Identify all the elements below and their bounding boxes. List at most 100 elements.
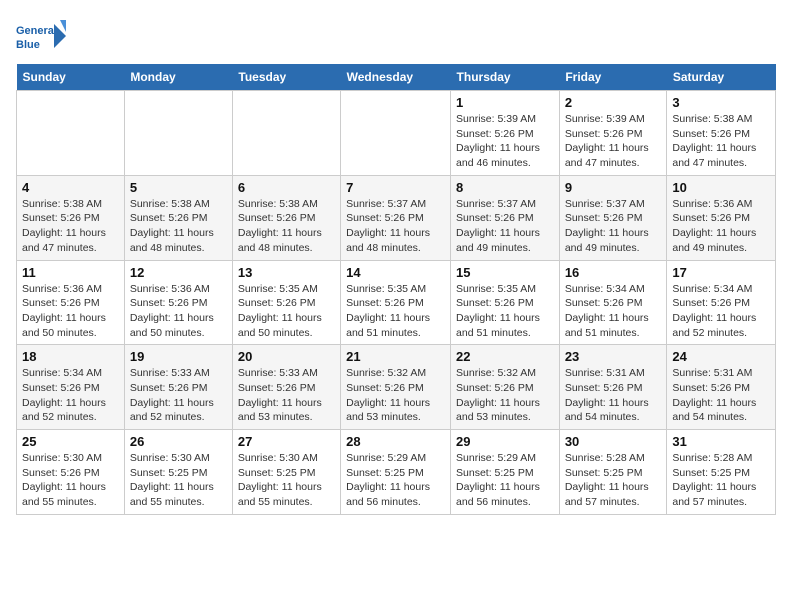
day-info: Sunrise: 5:36 AMSunset: 5:26 PMDaylight:… [22, 282, 119, 341]
week-row-1: 1Sunrise: 5:39 AMSunset: 5:26 PMDaylight… [17, 91, 776, 176]
calendar-cell: 27 Sunrise: 5:30 AMSunset: 5:25 PMDayligh… [232, 430, 340, 515]
calendar-cell: 24Sunrise: 5:31 AMSunset: 5:26 PMDayligh… [667, 345, 776, 430]
calendar-cell [17, 91, 125, 176]
calendar-cell: 22Sunrise: 5:32 AMSunset: 5:26 PMDayligh… [451, 345, 560, 430]
day-number: 4 [22, 180, 119, 195]
weekday-header-tuesday: Tuesday [232, 64, 340, 91]
day-number: 20 [238, 349, 335, 364]
day-info: Sunrise: 5:38 AMSunset: 5:26 PMDaylight:… [22, 197, 119, 256]
day-info: Sunrise: 5:33 AMSunset: 5:26 PMDaylight:… [130, 366, 227, 425]
calendar-cell: 8 Sunrise: 5:37 AMSunset: 5:26 PMDaylight… [451, 175, 560, 260]
logo-icon: General Blue [16, 16, 66, 56]
svg-text:Blue: Blue [16, 39, 40, 51]
calendar-cell: 28 Sunrise: 5:29 AMSunset: 5:25 PMDayligh… [341, 430, 451, 515]
calendar-cell: 9Sunrise: 5:37 AMSunset: 5:26 PMDaylight… [559, 175, 667, 260]
day-info: Sunrise: 5:34 AMSunset: 5:26 PMDaylight:… [22, 366, 119, 425]
day-info: Sunrise: 5:37 AMSunset: 5:26 PMDaylight:… [456, 197, 554, 256]
day-number: 13 [238, 265, 335, 280]
day-number: 29 [456, 434, 554, 449]
weekday-header-row: SundayMondayTuesdayWednesdayThursdayFrid… [17, 64, 776, 91]
calendar-cell: 6 Sunrise: 5:38 AMSunset: 5:26 PMDaylight… [232, 175, 340, 260]
day-info: Sunrise: 5:34 AMSunset: 5:26 PMDaylight:… [565, 282, 662, 341]
day-info: Sunrise: 5:36 AMSunset: 5:26 PMDaylight:… [130, 282, 227, 341]
day-info: Sunrise: 5:37 AMSunset: 5:26 PMDaylight:… [346, 197, 445, 256]
calendar-cell: 11 Sunrise: 5:36 AMSunset: 5:26 PMDayligh… [17, 260, 125, 345]
day-number: 10 [672, 180, 770, 195]
day-number: 8 [456, 180, 554, 195]
day-info: Sunrise: 5:31 AMSunset: 5:26 PMDaylight:… [565, 366, 662, 425]
day-number: 2 [565, 95, 662, 110]
day-info: Sunrise: 5:29 AMSunset: 5:25 PMDaylight:… [456, 451, 554, 510]
day-info: Sunrise: 5:34 AMSunset: 5:26 PMDaylight:… [672, 282, 770, 341]
week-row-4: 18 Sunrise: 5:34 AMSunset: 5:26 PMDayligh… [17, 345, 776, 430]
day-info: Sunrise: 5:36 AMSunset: 5:26 PMDaylight:… [672, 197, 770, 256]
calendar-cell: 15 Sunrise: 5:35 AMSunset: 5:26 PMDayligh… [451, 260, 560, 345]
day-info: Sunrise: 5:30 AMSunset: 5:25 PMDaylight:… [238, 451, 335, 510]
day-number: 7 [346, 180, 445, 195]
weekday-header-wednesday: Wednesday [341, 64, 451, 91]
day-number: 27 [238, 434, 335, 449]
day-info: Sunrise: 5:35 AMSunset: 5:26 PMDaylight:… [456, 282, 554, 341]
day-number: 23 [565, 349, 662, 364]
calendar-cell: 31 Sunrise: 5:28 AMSunset: 5:25 PMDayligh… [667, 430, 776, 515]
day-number: 3 [672, 95, 770, 110]
day-info: Sunrise: 5:28 AMSunset: 5:25 PMDaylight:… [672, 451, 770, 510]
calendar-cell: 10 Sunrise: 5:36 AMSunset: 5:26 PMDayligh… [667, 175, 776, 260]
calendar-cell: 14Sunrise: 5:35 AMSunset: 5:26 PMDayligh… [341, 260, 451, 345]
calendar-cell: 19 Sunrise: 5:33 AMSunset: 5:26 PMDayligh… [124, 345, 232, 430]
day-number: 9 [565, 180, 662, 195]
day-number: 6 [238, 180, 335, 195]
weekday-header-thursday: Thursday [451, 64, 560, 91]
day-info: Sunrise: 5:35 AMSunset: 5:26 PMDaylight:… [238, 282, 335, 341]
day-info: Sunrise: 5:35 AMSunset: 5:26 PMDaylight:… [346, 282, 445, 341]
calendar-table: SundayMondayTuesdayWednesdayThursdayFrid… [16, 64, 776, 515]
week-row-2: 4 Sunrise: 5:38 AMSunset: 5:26 PMDaylight… [17, 175, 776, 260]
day-number: 16 [565, 265, 662, 280]
day-info: Sunrise: 5:29 AMSunset: 5:25 PMDaylight:… [346, 451, 445, 510]
calendar-cell: 29 Sunrise: 5:29 AMSunset: 5:25 PMDayligh… [451, 430, 560, 515]
calendar-cell [341, 91, 451, 176]
logo: General Blue [16, 16, 66, 56]
day-number: 19 [130, 349, 227, 364]
day-number: 5 [130, 180, 227, 195]
day-number: 31 [672, 434, 770, 449]
day-info: Sunrise: 5:39 AMSunset: 5:26 PMDaylight:… [456, 112, 554, 171]
calendar-cell [124, 91, 232, 176]
calendar-cell [232, 91, 340, 176]
calendar-cell: 16 Sunrise: 5:34 AMSunset: 5:26 PMDayligh… [559, 260, 667, 345]
day-info: Sunrise: 5:39 AMSunset: 5:26 PMDaylight:… [565, 112, 662, 171]
weekday-header-sunday: Sunday [17, 64, 125, 91]
calendar-cell: 1Sunrise: 5:39 AMSunset: 5:26 PMDaylight… [451, 91, 560, 176]
calendar-cell: 2 Sunrise: 5:39 AMSunset: 5:26 PMDaylight… [559, 91, 667, 176]
calendar-cell: 5 Sunrise: 5:38 AMSunset: 5:26 PMDaylight… [124, 175, 232, 260]
day-number: 15 [456, 265, 554, 280]
svg-text:General: General [16, 25, 57, 37]
calendar-cell: 26Sunrise: 5:30 AMSunset: 5:25 PMDayligh… [124, 430, 232, 515]
weekday-header-monday: Monday [124, 64, 232, 91]
day-info: Sunrise: 5:30 AMSunset: 5:26 PMDaylight:… [22, 451, 119, 510]
day-number: 18 [22, 349, 119, 364]
day-info: Sunrise: 5:38 AMSunset: 5:26 PMDaylight:… [130, 197, 227, 256]
calendar-cell: 4 Sunrise: 5:38 AMSunset: 5:26 PMDaylight… [17, 175, 125, 260]
calendar-cell: 12Sunrise: 5:36 AMSunset: 5:26 PMDayligh… [124, 260, 232, 345]
week-row-3: 11 Sunrise: 5:36 AMSunset: 5:26 PMDayligh… [17, 260, 776, 345]
calendar-cell: 30Sunrise: 5:28 AMSunset: 5:25 PMDayligh… [559, 430, 667, 515]
calendar-cell: 21Sunrise: 5:32 AMSunset: 5:26 PMDayligh… [341, 345, 451, 430]
day-info: Sunrise: 5:32 AMSunset: 5:26 PMDaylight:… [456, 366, 554, 425]
day-number: 24 [672, 349, 770, 364]
day-number: 11 [22, 265, 119, 280]
page-header: General Blue [16, 16, 776, 56]
calendar-cell: 13 Sunrise: 5:35 AMSunset: 5:26 PMDayligh… [232, 260, 340, 345]
calendar-cell: 17 Sunrise: 5:34 AMSunset: 5:26 PMDayligh… [667, 260, 776, 345]
calendar-cell: 7 Sunrise: 5:37 AMSunset: 5:26 PMDaylight… [341, 175, 451, 260]
calendar-cell: 3 Sunrise: 5:38 AMSunset: 5:26 PMDaylight… [667, 91, 776, 176]
day-number: 28 [346, 434, 445, 449]
day-info: Sunrise: 5:38 AMSunset: 5:26 PMDaylight:… [238, 197, 335, 256]
day-number: 21 [346, 349, 445, 364]
calendar-cell: 23 Sunrise: 5:31 AMSunset: 5:26 PMDayligh… [559, 345, 667, 430]
day-number: 17 [672, 265, 770, 280]
day-info: Sunrise: 5:38 AMSunset: 5:26 PMDaylight:… [672, 112, 770, 171]
calendar-cell: 25Sunrise: 5:30 AMSunset: 5:26 PMDayligh… [17, 430, 125, 515]
day-number: 26 [130, 434, 227, 449]
day-info: Sunrise: 5:33 AMSunset: 5:26 PMDaylight:… [238, 366, 335, 425]
